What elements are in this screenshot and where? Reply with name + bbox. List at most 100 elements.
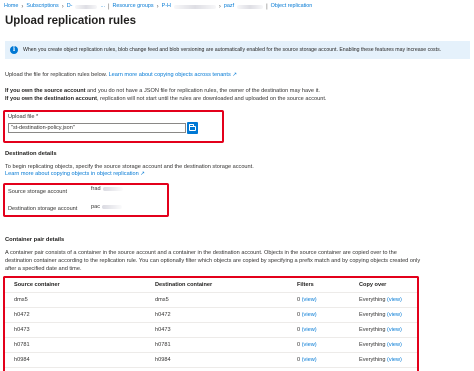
filters-cell: 0 (view): [297, 297, 317, 304]
filters-cell: 0 (view): [297, 357, 317, 364]
source-account-value: frad: [91, 186, 123, 193]
info-banner-text: When you create object replication rules…: [23, 46, 442, 53]
upload-file-section: Upload file * "st-destination-policy.jso…: [3, 110, 224, 143]
table-row: h0781 h0781 0 (view) Everything (view): [5, 340, 417, 353]
redacted-text: [102, 186, 123, 191]
dest-account-value: pac: [91, 204, 123, 211]
folder-icon: [189, 123, 196, 131]
source-container-cell: h0984: [14, 357, 30, 364]
destination-container-cell: dms5: [155, 297, 169, 304]
dest-owner-bold: If you own the destination account: [5, 96, 97, 102]
source-container-cell: h0781: [14, 342, 30, 349]
breadcrumb: Home › Subscriptions › D- ... | Resource…: [4, 2, 470, 11]
copy-over-cell: Everything (view): [359, 327, 402, 334]
source-container-cell: h0472: [14, 312, 30, 319]
copy-over-view-link[interactable]: (view): [387, 297, 402, 303]
destination-container-cell: h0472: [155, 312, 171, 319]
filters-count: 0: [297, 357, 301, 364]
filters-cell: 0 (view): [297, 327, 317, 334]
storage-accounts-section: Source storage account frad Destination …: [3, 183, 169, 217]
breadcrumb-storage-account[interactable]: pazf: [224, 3, 234, 10]
container-pair-text: A container pair consists of a container…: [5, 250, 421, 273]
copy-over-cell: Everything (view): [359, 342, 402, 349]
copy-over-value: Everything: [359, 342, 386, 349]
col-filters: Filters: [297, 282, 314, 289]
breadcrumb-subscription[interactable]: D-: [67, 3, 73, 10]
copy-over-view-link[interactable]: (view): [387, 327, 402, 333]
upload-intro-text: Upload the file for replication rules be…: [5, 72, 107, 78]
source-owner-text: and you do not have a JSON file for repl…: [85, 88, 320, 94]
learn-more-tenants-link[interactable]: Learn more about copying objects across …: [109, 72, 231, 78]
copy-over-view-link[interactable]: (view): [387, 312, 402, 318]
filters-count: 0: [297, 297, 301, 304]
copy-over-cell: Everything (view): [359, 312, 402, 319]
copy-over-value: Everything: [359, 357, 386, 364]
destination-container-cell: h0984: [155, 357, 171, 364]
table-row: h0984 h0984 0 (view) Everything (view): [5, 355, 417, 368]
filters-view-link[interactable]: (view): [302, 357, 317, 363]
external-link-icon: ↗: [232, 72, 238, 78]
info-icon: i: [10, 46, 18, 54]
upload-file-input[interactable]: "st-destination-policy.json": [8, 123, 186, 133]
browse-file-button[interactable]: [187, 122, 198, 134]
copy-over-view-link[interactable]: (view): [387, 357, 402, 363]
filters-cell: 0 (view): [297, 312, 317, 319]
redacted-text: [102, 204, 123, 209]
separator: |: [266, 3, 268, 10]
source-container-cell: h0473: [14, 327, 30, 334]
col-source-container: Source container: [14, 282, 60, 289]
dest-owner-text: , replication will not start until the r…: [97, 96, 327, 102]
learn-more-object-replication-link[interactable]: Learn more about copying objects in obje…: [5, 171, 139, 177]
chevron-right-icon: ›: [21, 3, 24, 10]
filters-view-link[interactable]: (view): [302, 342, 317, 348]
breadcrumb-resource-group[interactable]: P-H: [162, 3, 171, 10]
table-row: dms5 dms5 0 (view) Everything (view): [5, 295, 417, 308]
source-container-cell: dms5: [14, 297, 28, 304]
redacted-text: [173, 4, 216, 9]
source-owner-bold: If you own the source account: [5, 88, 86, 94]
page-title: Upload replication rules: [5, 15, 136, 27]
container-pair-heading: Container pair details: [5, 237, 65, 243]
filters-view-link[interactable]: (view): [302, 327, 317, 333]
breadcrumb-resource-groups[interactable]: Resource groups: [113, 3, 154, 10]
breadcrumb-home[interactable]: Home: [4, 3, 18, 10]
separator: |: [107, 3, 110, 10]
source-account-name: frad: [91, 186, 101, 192]
upload-intro: Upload the file for replication rules be…: [5, 72, 445, 79]
external-link-icon: ↗: [140, 171, 145, 177]
copy-over-value: Everything: [359, 327, 386, 334]
redacted-text: [237, 4, 264, 9]
copy-over-value: Everything: [359, 312, 386, 319]
table-header-row: Source container Destination container F…: [5, 280, 417, 293]
chevron-right-icon: ›: [218, 3, 221, 10]
destination-details-heading: Destination details: [5, 151, 57, 157]
filters-view-link[interactable]: (view): [302, 297, 317, 303]
copy-over-view-link[interactable]: (view): [387, 342, 402, 348]
chevron-right-icon: ›: [61, 3, 64, 10]
filters-count: 0: [297, 312, 301, 319]
dest-account-name: pac: [91, 204, 101, 210]
breadcrumb-ellipsis[interactable]: ...: [100, 3, 105, 10]
destination-container-cell: h0781: [155, 342, 171, 349]
copy-over-value: Everything: [359, 297, 386, 304]
col-copy-over: Copy over: [359, 282, 387, 289]
filters-view-link[interactable]: (view): [302, 312, 317, 318]
table-row: h0473 h0473 0 (view) Everything (view): [5, 325, 417, 338]
destination-details-link-row: Learn more about copying objects in obje…: [5, 171, 445, 178]
destination-container-cell: h0473: [155, 327, 171, 334]
breadcrumb-object-replication[interactable]: Object replication: [271, 3, 313, 10]
source-account-label: Source storage account: [8, 189, 68, 195]
breadcrumb-subscriptions[interactable]: Subscriptions: [26, 3, 58, 10]
filters-cell: 0 (view): [297, 342, 317, 349]
info-banner: i When you create object replication rul…: [5, 41, 470, 59]
filters-count: 0: [297, 342, 301, 349]
dest-account-label: Destination storage account: [8, 206, 78, 212]
table-row: h0472 h0472 0 (view) Everything (view): [5, 310, 417, 323]
dest-owner-note: If you own the destination account, repl…: [5, 96, 445, 103]
col-destination-container: Destination container: [155, 282, 213, 289]
container-pair-table: Source container Destination container F…: [3, 276, 419, 371]
copy-over-cell: Everything (view): [359, 297, 402, 304]
upload-file-label: Upload file *: [8, 114, 39, 120]
chevron-right-icon: ›: [156, 3, 159, 10]
copy-over-cell: Everything (view): [359, 357, 402, 364]
